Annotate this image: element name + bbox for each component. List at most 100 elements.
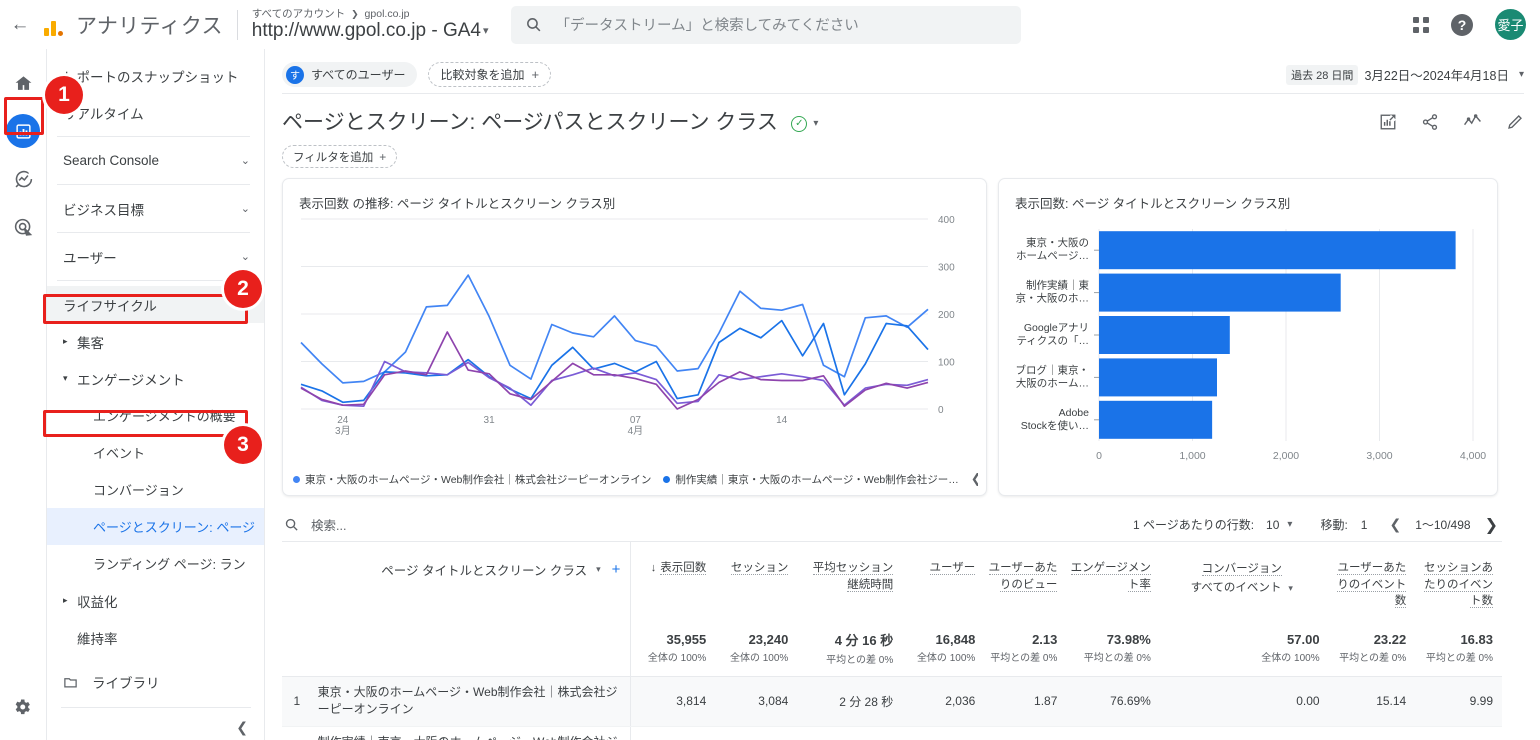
line-chart[interactable]: 0 100 200 300 400 243月 31 074月 14 (293, 213, 978, 445)
back-arrow-icon[interactable]: ← (6, 15, 34, 34)
explore-icon[interactable] (6, 162, 40, 196)
page-range-label: 1〜10/498 (1415, 518, 1471, 532)
divider (57, 280, 250, 281)
svg-text:24: 24 (337, 415, 349, 426)
column-header-sessions[interactable]: セッション (715, 542, 797, 628)
row-cell: 2,585 (630, 726, 716, 740)
sidebar-item-business-goals[interactable]: ビジネス目標 ⌄ (47, 190, 264, 227)
compare-icon[interactable] (1463, 112, 1482, 131)
column-header-users[interactable]: ユーザー (902, 542, 984, 628)
sidebar-item-engagement[interactable]: ▾ エンゲージメント (47, 360, 264, 397)
svg-text:ホームページ…: ホームページ… (1016, 250, 1089, 262)
insights-icon[interactable] (1379, 113, 1397, 131)
row-dimension[interactable]: 制作実績｜東京・大阪のホームページ・Web制作会社ジーピーオンライン (311, 726, 632, 740)
totals-dimension-cell (282, 628, 632, 677)
totals-value: 4 分 16 秒 (834, 633, 894, 648)
totals-cell: 23.22 平均との差 0% (1328, 628, 1416, 677)
sidebar-item-conversions[interactable]: コンバージョン (47, 471, 264, 508)
analytics-logo-icon (44, 14, 63, 36)
add-comparison-chip[interactable]: 比較対象を追加 + (428, 62, 552, 87)
add-dimension-icon[interactable]: + (612, 561, 621, 578)
share-icon[interactable] (1421, 113, 1439, 131)
all-users-chip[interactable]: す すべてのユーザー (282, 62, 418, 87)
chevron-down-icon: ⌄ (240, 251, 250, 263)
avatar[interactable]: 愛子 (1495, 9, 1526, 40)
table-row[interactable]: 1 東京・大阪のホームページ・Web制作会社｜株式会社ジーピーオンライン 3,8… (282, 676, 1502, 727)
table-search-input[interactable]: 検索... (282, 515, 346, 534)
rows-per-page-select[interactable]: 10 ▾ (1266, 518, 1292, 532)
sidebar-item-users[interactable]: ユーザー ⌄ (47, 238, 264, 275)
global-search-input[interactable]: 「データストリーム」と検索してみてください (510, 5, 1021, 44)
prev-page-icon[interactable]: ❮ (1389, 516, 1401, 533)
chevron-left-icon[interactable]: ❮ (236, 719, 248, 736)
search-icon (284, 517, 299, 532)
home-icon[interactable] (6, 66, 40, 100)
sort-desc-icon: ↓ (650, 562, 657, 574)
goto-value[interactable]: 1 (1361, 518, 1368, 532)
conversion-event-select[interactable]: すべてのイベント ▾ (1164, 579, 1320, 595)
column-header-avg-session-duration[interactable]: 平均セッション継続時間 (797, 542, 902, 628)
sidebar-item-landing-page[interactable]: ランディング ページ: ラン (47, 545, 264, 582)
add-filter-chip[interactable]: フィルタを追加 + (282, 145, 398, 168)
edit-icon[interactable] (1506, 113, 1524, 131)
table-search-placeholder: 検索... (311, 519, 347, 533)
legend-label: 東京・大阪のホームページ・Web制作会社｜株式会社ジーピーオンライン (305, 473, 652, 486)
sidebar-item-snapshot[interactable]: レポートのスナップショット (47, 57, 264, 94)
column-label: セッションあたりのイベント数 (1424, 562, 1493, 609)
main-content: す すべてのユーザー 比較対象を追加 + 過去 28 日間 3月22日〜2024… (266, 49, 1540, 740)
apps-grid-icon[interactable] (1413, 16, 1429, 33)
legend-item[interactable]: 制作実績｜東京・大阪のホームページ・Web制作会社ジー… (663, 472, 959, 487)
segment-chips-row: す すべてのユーザー 比較対象を追加 + 過去 28 日間 3月22日〜2024… (266, 49, 1540, 87)
sidebar-item-engagement-overview[interactable]: エンゲージメントの概要 (47, 397, 264, 434)
sidebar-item-pages-and-screens[interactable]: ページとスクリーン: ページ (47, 508, 264, 545)
table-pagination: 1 ページあたりの行数: 10 ▾ 移動: 1 ❮ 1〜10/498 ❯ (1133, 515, 1502, 535)
totals-sub: 全体の 100% (729, 653, 789, 664)
sidebar-item-acquisition[interactable]: ▸ 集客 (47, 323, 264, 360)
breadcrumb-child: gpol.co.jp (364, 7, 410, 20)
row-index: 1 (282, 676, 312, 727)
svg-text:07: 07 (630, 415, 642, 426)
row-dimension[interactable]: 東京・大阪のホームページ・Web制作会社｜株式会社ジーピーオンライン (311, 676, 632, 727)
triangle-right-icon: ▸ (63, 336, 68, 346)
column-header-dimension[interactable]: ページ タイトルとスクリーン クラス ▾ + (282, 542, 632, 628)
help-icon[interactable]: ? (1451, 13, 1473, 36)
report-status-badge[interactable]: ✓ ▾ (791, 115, 818, 132)
sidebar-item-realtime[interactable]: リアルタイム (47, 94, 264, 131)
column-header-events-per-session[interactable]: セッションあたりのイベント数 (1415, 542, 1502, 628)
chevron-down-icon[interactable]: ▾ (596, 564, 601, 575)
sidebar-item-search-console[interactable]: Search Console ⌄ (47, 142, 264, 179)
data-table: 検索... 1 ページあたりの行数: 10 ▾ 移動: 1 ❮ 1〜10/498… (282, 508, 1502, 740)
column-header-events-per-user[interactable]: ユーザーあたりのイベント数 (1329, 542, 1416, 628)
totals-value: 16.83 (1460, 632, 1493, 647)
chevron-down-icon[interactable]: ▾ (483, 25, 489, 37)
column-header-engagement-rate[interactable]: エンゲージメント率 (1066, 542, 1159, 628)
sidebar-item-retention[interactable]: 維持率 (47, 619, 264, 656)
column-header-views[interactable]: ↓ 表示回数 (631, 542, 715, 628)
bar-chart[interactable]: 東京・大阪のホームページ… 制作実績｜東京・大阪のホ… Googleアナリティクスの… (1007, 211, 1491, 483)
sidebar-item-library[interactable]: ライブラリ (47, 664, 265, 700)
advertising-icon[interactable] (6, 210, 40, 244)
sidebar-item-label: 維持率 (77, 631, 118, 647)
date-range-selector[interactable]: 過去 28 日間 3月22日〜2024年4月18日 ▾ (1286, 64, 1524, 85)
reports-icon[interactable] (6, 114, 40, 148)
charts-row: 表示回数 の推移: ページ タイトルとスクリーン クラス別 0 100 200 300… (266, 168, 1540, 496)
row-cell: 4.18 (984, 726, 1067, 740)
column-header-views-per-user[interactable]: ユーザーあたりのビュー (984, 542, 1066, 628)
sidebar-item-monetization[interactable]: ▸ 収益化 (47, 582, 264, 619)
sidebar-item-label: エンゲージメント (77, 372, 185, 388)
legend-prev-icon[interactable]: ❮ (971, 471, 978, 487)
divider (57, 232, 250, 233)
chevron-down-icon: ⌄ (240, 155, 250, 167)
sidebar-item-events[interactable]: イベント (47, 434, 264, 471)
next-page-icon[interactable]: ❯ (1485, 515, 1498, 535)
svg-text:14: 14 (776, 415, 788, 426)
sidebar-group-lifecycle[interactable]: ライフサイクル ⌃ (47, 286, 264, 323)
page-title-row: ページとスクリーン: ページパスとスクリーン クラス ✓ ▾ (266, 94, 1540, 136)
account-property-selector[interactable]: すべてのアカウント ❯ gpol.co.jp http://www.gpol.c… (252, 7, 489, 41)
settings-gear-icon[interactable] (12, 697, 32, 722)
column-header-conversions[interactable]: コンバージョン すべてのイベント ▾ (1160, 542, 1329, 628)
table-row[interactable]: 2 制作実績｜東京・大阪のホームページ・Web制作会社ジーピーオンライン 2,5… (282, 726, 1502, 740)
left-icon-rail (0, 49, 47, 740)
legend-item[interactable]: 東京・大阪のホームページ・Web制作会社｜株式会社ジーピーオンライン (293, 472, 651, 487)
property-name: http://www.gpol.co.jp - GA4 ▾ (252, 20, 489, 41)
